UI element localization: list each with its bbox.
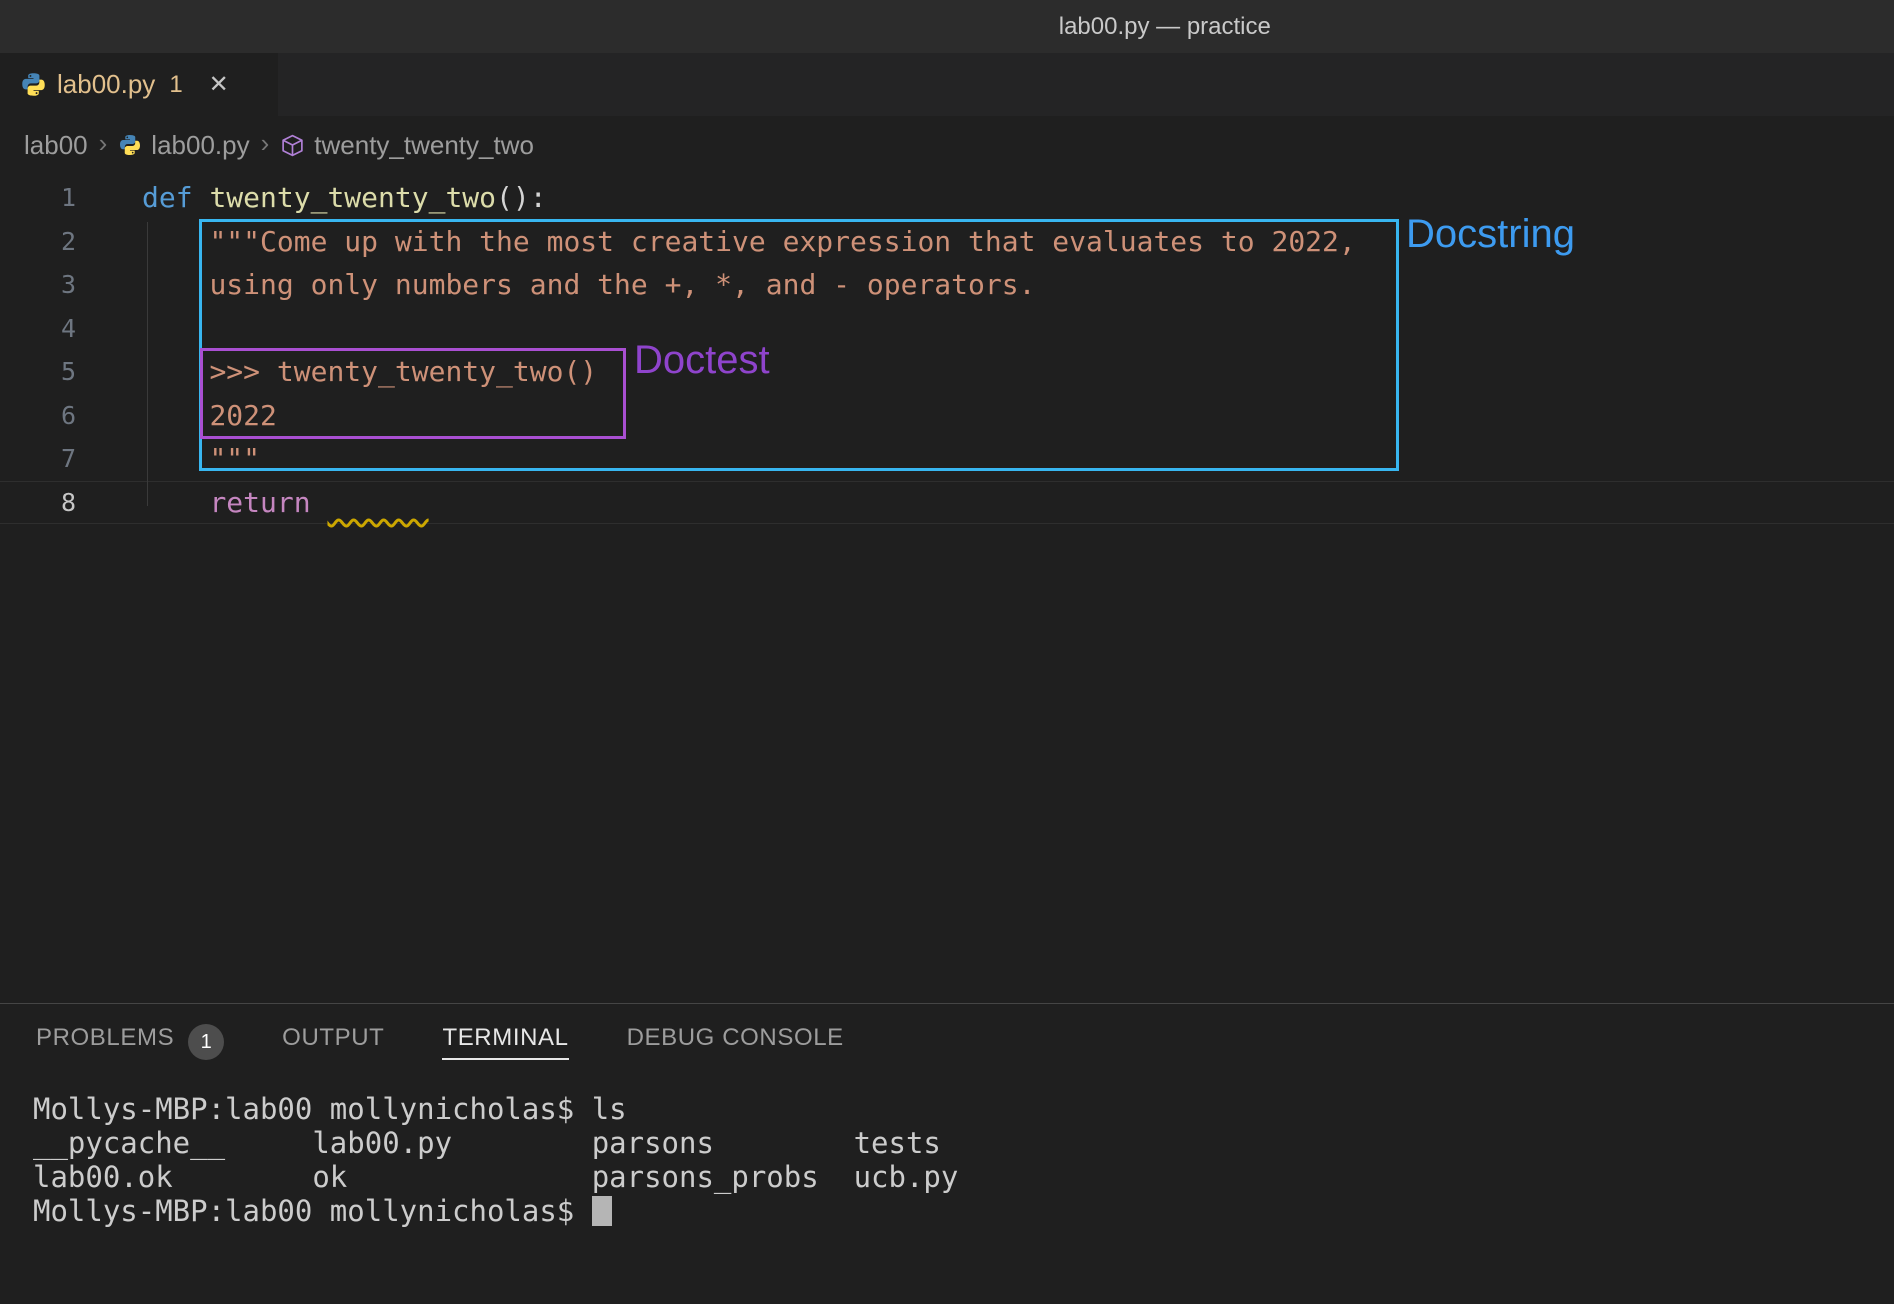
code-line[interactable]: 1 def twenty_twenty_two(): [0, 176, 1894, 220]
terminal-line: lab00.ok ok parsons_probs ucb.py [33, 1160, 958, 1194]
terminal-output[interactable]: Mollys-MBP:lab00 mollynicholas$ ls__pyca… [33, 1092, 958, 1228]
line-number: 6 [0, 394, 76, 438]
line-number: 5 [0, 350, 76, 394]
code-line[interactable]: 7 """ [0, 437, 1894, 481]
code-editor[interactable]: 1def twenty_twenty_two():2 """Come up wi… [0, 174, 1894, 1003]
tab-lab00[interactable]: lab00.py 1 ✕ [0, 53, 278, 116]
tab-debug-console[interactable]: DEBUG CONSOLE [627, 1024, 844, 1060]
terminal-line: Mollys-MBP:lab00 mollynicholas$ ls [33, 1092, 958, 1126]
line-number: 2 [0, 220, 76, 264]
tab-problems[interactable]: PROBLEMS 1 [36, 1024, 224, 1060]
panel-tab-label: PROBLEMS [36, 1024, 174, 1060]
close-icon[interactable]: ✕ [209, 70, 229, 99]
breadcrumb-item-symbol[interactable]: twenty_twenty_two [314, 130, 534, 161]
python-file-icon [118, 133, 142, 157]
symbol-cube-icon [280, 133, 305, 158]
breadcrumb-item-file[interactable]: lab00.py [151, 130, 249, 161]
code-line[interactable]: 2 """Come up with the most creative expr… [0, 220, 1894, 264]
panel-tab-bar: PROBLEMS 1 OUTPUT TERMINAL DEBUG CONSOLE [0, 1004, 1894, 1080]
window-title: lab00.py — practice [1059, 13, 1271, 41]
indent-guide [147, 222, 148, 506]
code-text: return ______ [142, 482, 429, 524]
code-line[interactable]: 4 [0, 307, 1894, 351]
code-line[interactable]: 3 using only numbers and the +, *, and -… [0, 263, 1894, 307]
line-number: 4 [0, 307, 76, 351]
code-line[interactable]: 5 >>> twenty_twenty_two() [0, 350, 1894, 394]
line-number: 3 [0, 263, 76, 307]
tab-problem-badge: 1 [169, 71, 182, 99]
editor-tab-bar: lab00.py 1 ✕ [0, 53, 1894, 116]
terminal-prompt-line[interactable]: Mollys-MBP:lab00 mollynicholas$ [33, 1194, 958, 1228]
tab-label: lab00.py [57, 69, 155, 100]
code-text: 2022 [142, 394, 277, 438]
terminal-prompt: Mollys-MBP:lab00 mollynicholas$ [33, 1194, 592, 1228]
code-line[interactable]: 8 return ______ [0, 481, 1894, 525]
panel-tab-label: OUTPUT [282, 1024, 384, 1060]
line-number: 8 [0, 482, 76, 524]
code-text: """Come up with the most creative expres… [142, 220, 1356, 264]
chevron-right-icon: › [259, 128, 272, 163]
problems-count-badge: 1 [188, 1024, 224, 1060]
code-text: def twenty_twenty_two(): [142, 176, 547, 220]
code-text: """ [142, 437, 260, 481]
breadcrumb-item-lab00[interactable]: lab00 [24, 130, 88, 161]
panel-tab-label: DEBUG CONSOLE [627, 1024, 844, 1060]
chevron-right-icon: › [97, 128, 110, 163]
code-line[interactable]: 6 2022 [0, 394, 1894, 438]
line-number: 7 [0, 437, 76, 481]
window-titlebar: lab00.py — practice [0, 0, 1894, 53]
breadcrumb: lab00 › lab00.py › twenty_twenty_two [0, 116, 1894, 174]
editor-lines: 1def twenty_twenty_two():2 """Come up wi… [0, 174, 1894, 524]
terminal-line: __pycache__ lab00.py parsons tests [33, 1126, 958, 1160]
warning-squiggle: ______ [327, 486, 428, 519]
tab-terminal[interactable]: TERMINAL [442, 1024, 568, 1060]
bottom-panel: PROBLEMS 1 OUTPUT TERMINAL DEBUG CONSOLE… [0, 1003, 1894, 1304]
terminal-cursor [592, 1196, 612, 1226]
code-text: using only numbers and the +, *, and - o… [142, 263, 1035, 307]
python-file-icon [20, 71, 47, 98]
tab-output[interactable]: OUTPUT [282, 1024, 384, 1060]
panel-tab-label: TERMINAL [442, 1024, 568, 1060]
code-text: >>> twenty_twenty_two() [142, 350, 597, 394]
line-number: 1 [0, 176, 76, 220]
